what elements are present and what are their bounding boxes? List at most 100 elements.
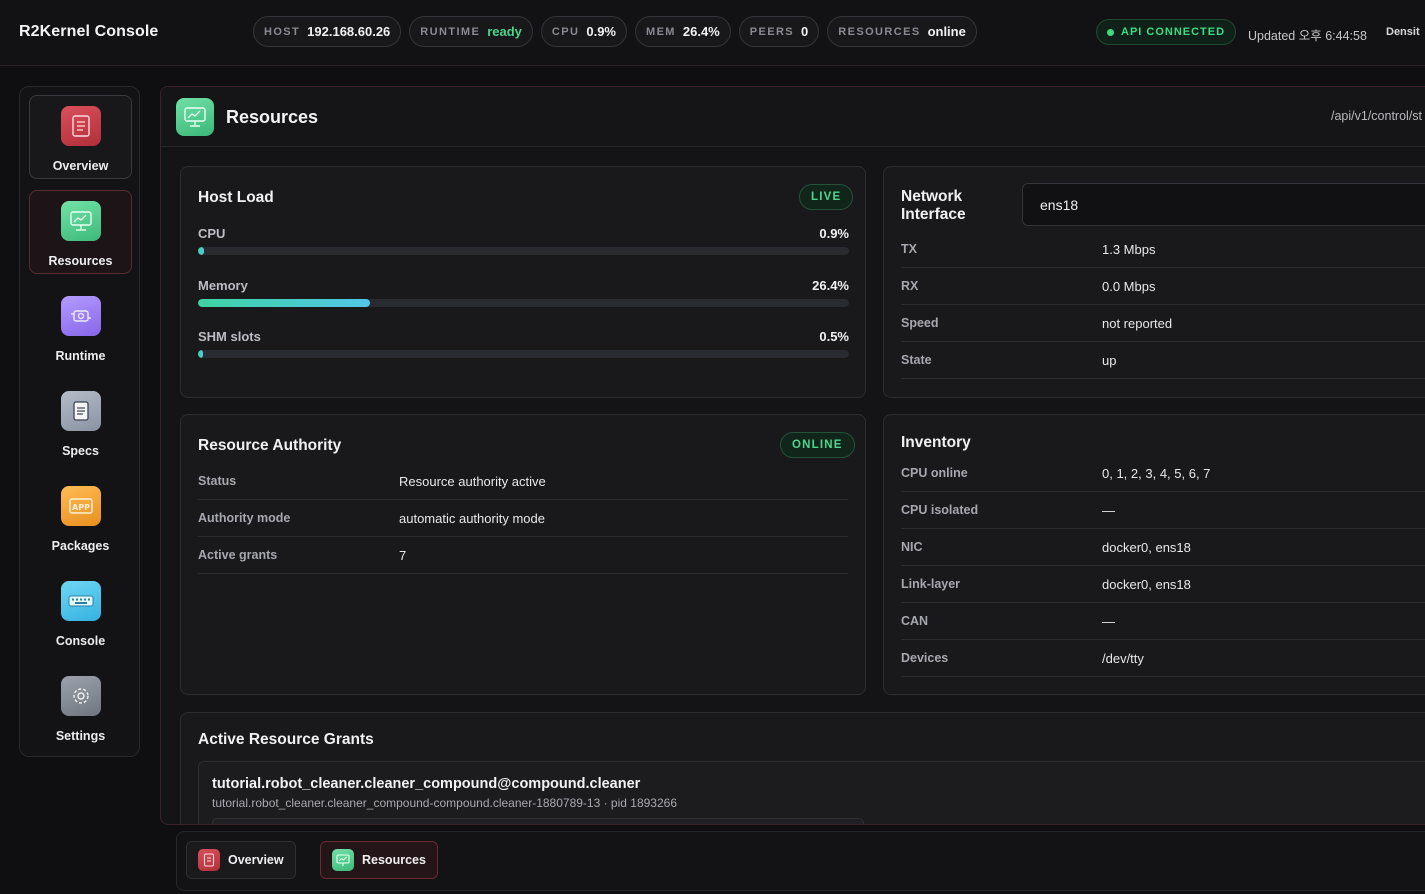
card-title-line: Interface: [901, 206, 966, 223]
row-value: 1.3 Mbps: [1102, 242, 1156, 257]
sidebar: Overview Resources Runtime Specs APP Pac…: [19, 86, 140, 757]
sidebar-item-label: Resources: [48, 254, 113, 268]
row-key: Authority mode: [198, 511, 291, 525]
page-title: Resources: [226, 107, 319, 127]
inventory-card: Inventory CPU online 0, 1, 2, 3, 4, 5, 6…: [883, 414, 1425, 695]
network-interface-card: Network Interface ens18 TX 1.3 Mbps RX 0…: [883, 166, 1425, 398]
row-key: CPU online: [901, 466, 968, 480]
row-key: RX: [901, 279, 919, 293]
tab-overview[interactable]: Overview: [186, 841, 296, 879]
pill-value: 192.168.60.26: [307, 24, 391, 39]
status-dot-icon: [1107, 28, 1114, 36]
status-pill-cpu: CPU 0.9%: [540, 16, 627, 47]
document-icon: [198, 849, 220, 871]
pill-value: 26.4%: [682, 24, 720, 39]
host-load-card: Host Load LIVE CPU 0.9% Memory 26.4% SHM…: [180, 166, 866, 398]
metric-value: 26.4%: [812, 278, 849, 293]
sidebar-item-label: Specs: [62, 444, 99, 458]
interface-select[interactable]: ens18: [1022, 183, 1425, 226]
pill-key: CPU: [551, 25, 580, 38]
grant-name: tutorial.robot_cleaner.cleaner_compound@…: [212, 776, 641, 792]
pill-key: PEERS: [749, 25, 795, 38]
row-value: docker0, ens18: [1102, 577, 1191, 592]
card-title-line: Network: [901, 188, 963, 205]
progress-fill: [198, 350, 204, 358]
card-title: Active Resource Grants: [198, 731, 374, 748]
authority-row-status: Status Resource authority active: [198, 463, 848, 500]
inventory-row-can: CAN —: [901, 603, 1425, 640]
row-key: Speed: [901, 316, 939, 330]
progress-fill: [198, 247, 204, 255]
authority-row-grants: Active grants 7: [198, 537, 848, 574]
app-icon: APP: [60, 486, 101, 526]
monitor-chart-icon: [332, 849, 354, 871]
app-title: R2Kernel Console: [19, 23, 159, 40]
interface-select-value: ens18: [1040, 197, 1079, 213]
pill-key: MEM: [646, 25, 676, 38]
progress-track: [198, 299, 849, 307]
status-pill-mem: MEM 26.4%: [635, 16, 731, 47]
network-row-tx: TX 1.3 Mbps: [901, 231, 1425, 268]
resources-panel: Resources /api/v1/control/st Host Load L…: [160, 86, 1425, 825]
status-pill-runtime: RUNTIME ready: [409, 16, 533, 47]
sidebar-item-runtime[interactable]: Runtime: [29, 285, 132, 369]
status-pill-host: HOST 192.168.60.26: [253, 16, 402, 47]
tab-label: Resources: [362, 853, 426, 867]
gear-icon: [60, 676, 101, 716]
row-value: automatic authority mode: [399, 511, 545, 526]
metric-label: CPU: [198, 226, 226, 241]
top-bar: R2Kernel Console HOST 192.168.60.26 RUNT…: [0, 0, 1425, 66]
row-value: 7: [399, 548, 407, 563]
sidebar-item-label: Packages: [51, 539, 110, 553]
row-value: —: [1102, 614, 1115, 629]
inventory-row-link-layer: Link-layer docker0, ens18: [901, 566, 1425, 603]
pill-key: RESOURCES: [838, 25, 921, 38]
engine-icon: [60, 296, 101, 336]
svg-text:APP: APP: [72, 503, 90, 512]
sidebar-item-label: Settings: [55, 729, 106, 743]
clipboard-icon: [60, 391, 101, 431]
row-value: up: [1102, 353, 1117, 368]
sidebar-item-overview[interactable]: Overview: [29, 95, 132, 179]
metric-label: SHM slots: [198, 329, 261, 344]
grant-detail: tutorial.robot_cleaner.cleaner_compound-…: [212, 796, 677, 810]
api-path: /api/v1/control/st: [1331, 109, 1423, 123]
card-title: Inventory: [901, 434, 971, 451]
pill-value: online: [927, 24, 966, 39]
row-key: State: [901, 353, 932, 367]
sidebar-item-settings[interactable]: Settings: [29, 665, 132, 749]
status-pills: HOST 192.168.60.26 RUNTIME ready CPU 0.9…: [253, 16, 977, 47]
sidebar-item-packages[interactable]: APP Packages: [29, 475, 132, 559]
monitor-chart-icon: [176, 98, 214, 136]
sidebar-item-resources[interactable]: Resources: [29, 190, 132, 274]
card-title: Network Interface: [901, 188, 966, 224]
open-tabs-bar: Overview Resources: [176, 831, 1425, 891]
progress-fill: [198, 299, 370, 307]
api-status-badge: API CONNECTED: [1096, 19, 1237, 45]
sidebar-item-specs[interactable]: Specs: [29, 380, 132, 464]
row-key: Devices: [901, 651, 949, 665]
pill-value: 0: [801, 24, 809, 39]
tab-resources[interactable]: Resources: [320, 841, 438, 879]
tab-label: Overview: [228, 853, 284, 867]
network-row-state: State up: [901, 342, 1425, 379]
network-row-speed: Speed not reported: [901, 305, 1425, 342]
live-badge: LIVE: [799, 184, 854, 210]
inventory-row-nic: NIC docker0, ens18: [901, 529, 1425, 566]
row-value: —: [1102, 503, 1115, 518]
status-pill-peers: PEERS 0: [738, 16, 820, 47]
grant-item[interactable]: tutorial.robot_cleaner.cleaner_compound@…: [198, 761, 1425, 824]
grant-detail-box: [212, 818, 864, 824]
row-key: TX: [901, 242, 917, 256]
panel-header: Resources /api/v1/control/st: [161, 87, 1425, 147]
card-title: Resource Authority: [198, 437, 342, 454]
pill-value: ready: [487, 24, 522, 39]
row-key: NIC: [901, 540, 923, 554]
inventory-row-cpu-isolated: CPU isolated —: [901, 492, 1425, 529]
sidebar-item-console[interactable]: Console: [29, 570, 132, 654]
row-value: 0.0 Mbps: [1102, 279, 1156, 294]
status-pill-resources: RESOURCES online: [827, 16, 977, 47]
density-toggle[interactable]: Densit: [1386, 26, 1420, 38]
row-key: CAN: [901, 614, 929, 628]
inventory-row-cpu-online: CPU online 0, 1, 2, 3, 4, 5, 6, 7: [901, 455, 1425, 492]
